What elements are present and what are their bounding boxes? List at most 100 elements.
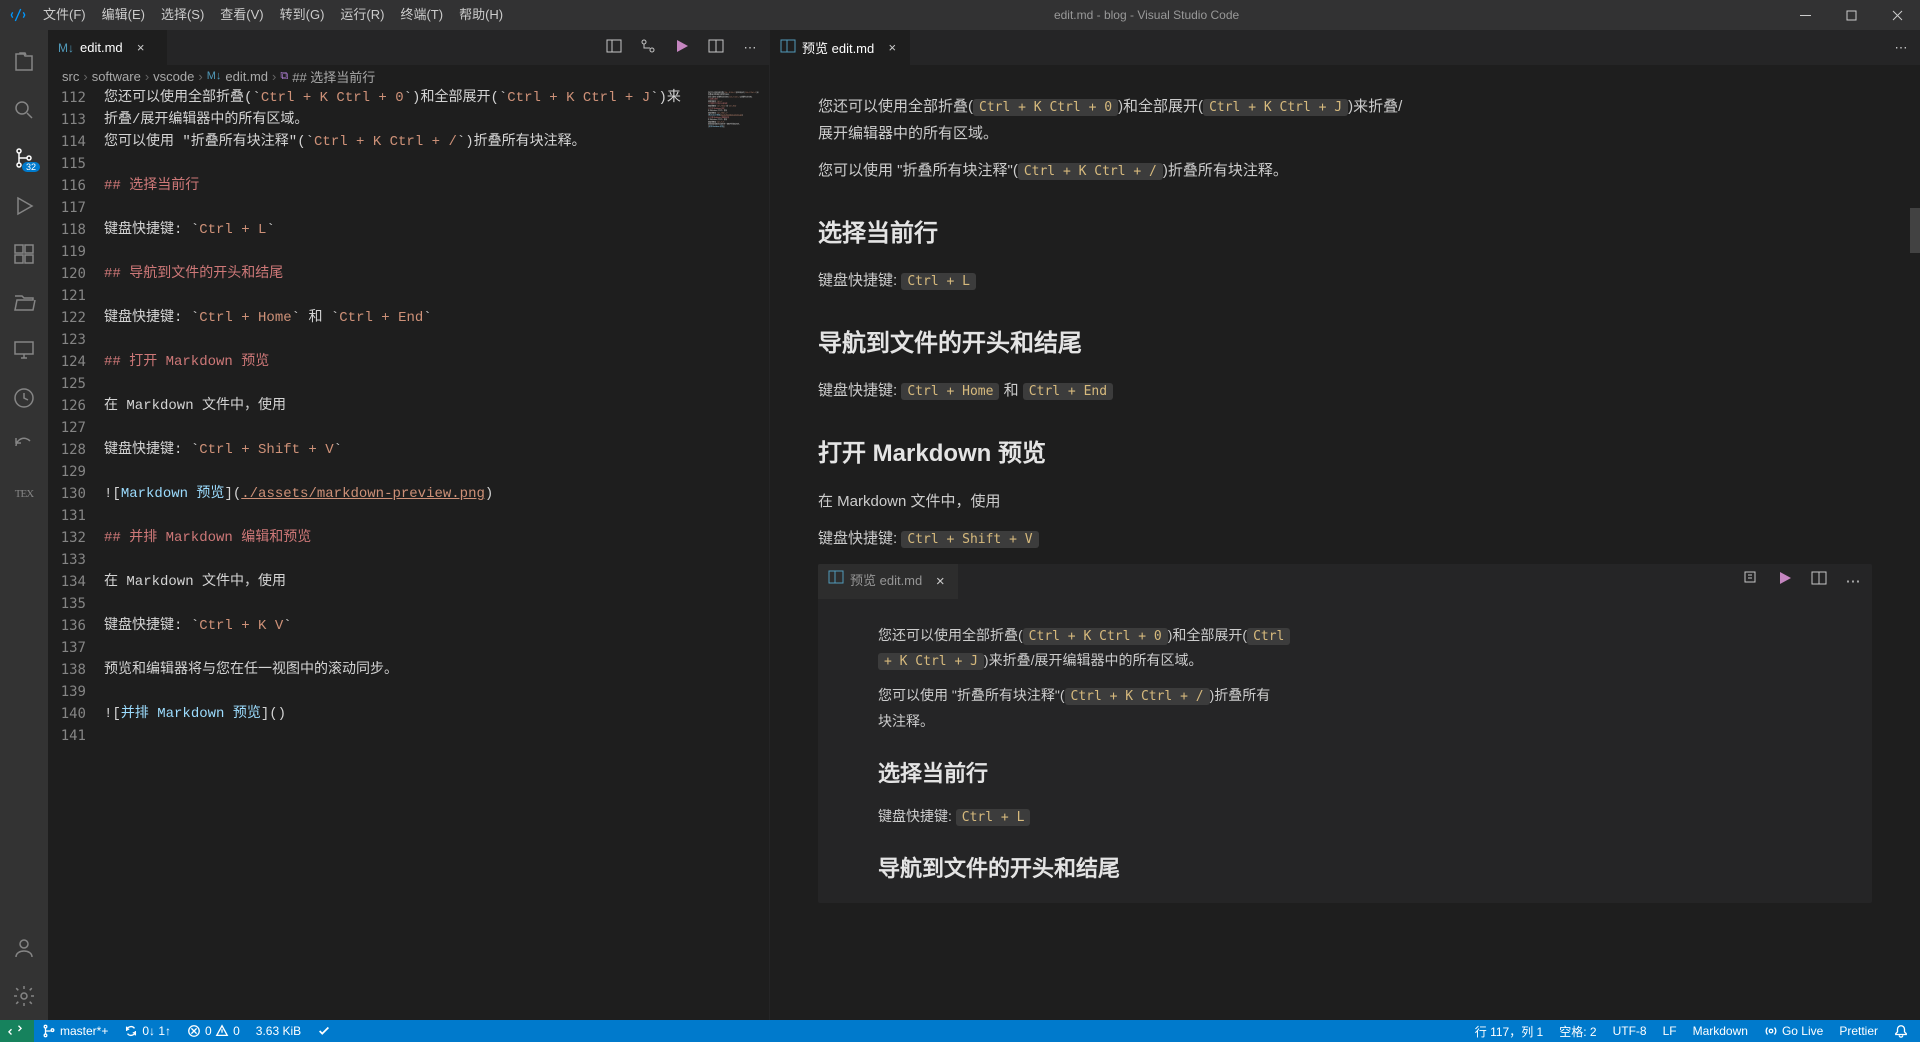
code-line[interactable]: 键盘快捷键: `Ctrl + K V`: [104, 615, 704, 637]
code-line[interactable]: ## 选择当前行: [104, 175, 704, 197]
split-editor-icon[interactable]: [705, 38, 727, 57]
code-line[interactable]: [104, 461, 704, 483]
menu-item[interactable]: 查看(V): [212, 0, 271, 30]
code-line[interactable]: [104, 285, 704, 307]
code-line[interactable]: [104, 197, 704, 219]
code-line[interactable]: [104, 725, 704, 747]
code-line[interactable]: 键盘快捷键: `Ctrl + Shift + V`: [104, 439, 704, 461]
encoding[interactable]: UTF-8: [1605, 1020, 1655, 1042]
git-sync[interactable]: 0↓ 1↑: [116, 1020, 179, 1042]
minimap[interactable]: 您还可以使用全部折叠(`Ctrl + K Ctrl + 0`)和全部展开(`Ct…: [704, 87, 769, 1020]
tab-label: edit.md: [80, 40, 123, 55]
menu-item[interactable]: 运行(R): [332, 0, 392, 30]
eol[interactable]: LF: [1655, 1020, 1685, 1042]
code-line[interactable]: [104, 417, 704, 439]
close-icon[interactable]: ×: [133, 40, 149, 55]
code-line[interactable]: [104, 505, 704, 527]
code-inline: Ctrl + K Ctrl + J: [1203, 99, 1348, 116]
code-line[interactable]: ## 导航到文件的开头和结尾: [104, 263, 704, 285]
code-line[interactable]: 键盘快捷键: `Ctrl + L`: [104, 219, 704, 241]
code-line[interactable]: ## 并排 Markdown 编辑和预览: [104, 527, 704, 549]
markdown-icon: M↓: [207, 70, 222, 82]
minimize-button[interactable]: [1782, 0, 1828, 30]
breadcrumbs[interactable]: src›software›vscode›M↓edit.md›⧉## 选择当前行: [48, 65, 769, 87]
breadcrumb-item[interactable]: edit.md: [225, 69, 268, 84]
code-line[interactable]: 预览和编辑器将与您在任一视图中的滚动同步。: [104, 659, 704, 681]
code-line[interactable]: 您还可以使用全部折叠(`Ctrl + K Ctrl + 0`)和全部展开(`Ct…: [104, 87, 704, 109]
more-icon[interactable]: ⋯: [1890, 40, 1912, 56]
open-file-icon: [1740, 568, 1762, 595]
code-inline: Ctrl + K Ctrl + 0: [973, 99, 1118, 116]
code-line[interactable]: 折叠/展开编辑器中的所有区域。: [104, 109, 704, 131]
code-line[interactable]: [104, 329, 704, 351]
source-control-icon[interactable]: 32: [0, 134, 48, 182]
search-icon[interactable]: [0, 86, 48, 134]
breadcrumb-item[interactable]: src: [62, 69, 79, 84]
run-icon[interactable]: [671, 38, 693, 57]
more-icon[interactable]: ⋯: [739, 40, 761, 56]
run-debug-icon[interactable]: [0, 182, 48, 230]
preview-paragraph: 您可以使用 "折叠所有块注释"(Ctrl + K Ctrl + /)折叠所有块注…: [818, 157, 1872, 184]
accounts-icon[interactable]: [0, 924, 48, 972]
cursor-position[interactable]: 行 117，列 1: [1467, 1020, 1551, 1042]
scrollbar[interactable]: [1910, 208, 1920, 253]
status-bar: master*+ 0↓ 1↑ 0 0 3.63 KiB 行 117，列 1 空格…: [0, 1020, 1920, 1042]
code-line[interactable]: ![Markdown 预览](./assets/markdown-preview…: [104, 483, 704, 505]
preview-icon: [828, 569, 844, 593]
close-icon: ×: [932, 568, 948, 595]
menu-item[interactable]: 选择(S): [153, 0, 212, 30]
settings-icon[interactable]: [0, 972, 48, 1020]
code-line[interactable]: [104, 549, 704, 571]
maximize-button[interactable]: [1828, 0, 1874, 30]
go-live[interactable]: Go Live: [1756, 1020, 1831, 1042]
menu-item[interactable]: 终端(T): [392, 0, 451, 30]
remote-explorer-icon[interactable]: [0, 326, 48, 374]
problems[interactable]: 0 0: [179, 1020, 248, 1042]
code-editor[interactable]: 您还可以使用全部折叠(`Ctrl + K Ctrl + 0`)和全部展开(`Ct…: [104, 87, 704, 1020]
code-line[interactable]: [104, 373, 704, 395]
extensions-icon[interactable]: [0, 230, 48, 278]
explorer-icon[interactable]: [0, 38, 48, 86]
markdown-preview[interactable]: 您还可以使用全部折叠(Ctrl + K Ctrl + 0)和全部展开(Ctrl …: [770, 65, 1920, 1020]
language-mode[interactable]: Markdown: [1685, 1020, 1756, 1042]
tab-preview[interactable]: 预览 edit.md ×: [770, 30, 911, 65]
code-line[interactable]: ![并排 Markdown 预览](): [708, 125, 768, 127]
git-branch[interactable]: master*+: [34, 1020, 116, 1042]
close-icon[interactable]: ×: [884, 40, 900, 55]
breadcrumb-item[interactable]: ## 选择当前行: [292, 67, 375, 86]
breadcrumb-item[interactable]: software: [92, 69, 141, 84]
indentation[interactable]: 空格: 2: [1551, 1020, 1604, 1042]
chevron-right-icon: ›: [79, 69, 91, 84]
open-preview-side-icon[interactable]: [603, 38, 625, 57]
code-line[interactable]: 在 Markdown 文件中，使用: [104, 395, 704, 417]
close-button[interactable]: [1874, 0, 1920, 30]
code-line[interactable]: [104, 241, 704, 263]
prettier[interactable]: Prettier: [1831, 1020, 1886, 1042]
remote-indicator[interactable]: [0, 1020, 34, 1042]
code-line[interactable]: 您可以使用 "折叠所有块注释"(`Ctrl + K Ctrl + /`)折叠所有…: [104, 131, 704, 153]
code-line[interactable]: [104, 681, 704, 703]
breadcrumb-item[interactable]: vscode: [153, 69, 194, 84]
code-line[interactable]: ![并排 Markdown 预览](): [104, 703, 704, 725]
latex-icon[interactable]: TEX: [0, 470, 48, 518]
menu-item[interactable]: 编辑(E): [94, 0, 153, 30]
code-line[interactable]: ## 打开 Markdown 预览: [104, 351, 704, 373]
menu-item[interactable]: 文件(F): [35, 0, 94, 30]
menu-item[interactable]: 帮助(H): [451, 0, 511, 30]
code-inline: Ctrl + K Ctrl + /: [1018, 163, 1163, 180]
menu-item[interactable]: 转到(G): [272, 0, 333, 30]
sync-back-icon[interactable]: [0, 422, 48, 470]
file-size[interactable]: 3.63 KiB: [248, 1020, 309, 1042]
tab-edit-md[interactable]: M↓ edit.md ×: [48, 30, 168, 65]
prettier-check-icon[interactable]: [309, 1020, 343, 1042]
code-line[interactable]: 键盘快捷键: `Ctrl + Home` 和 `Ctrl + End`: [104, 307, 704, 329]
code-line[interactable]: [104, 153, 704, 175]
code-line[interactable]: [104, 637, 704, 659]
diff-icon[interactable]: [637, 38, 659, 57]
code-line[interactable]: 在 Markdown 文件中，使用: [104, 571, 704, 593]
timeline-icon[interactable]: [0, 374, 48, 422]
folder-open-icon[interactable]: [0, 278, 48, 326]
code-line[interactable]: [104, 593, 704, 615]
notifications-icon[interactable]: [1886, 1020, 1920, 1042]
preview-paragraph: 键盘快捷键: Ctrl + Shift + V: [818, 525, 1872, 552]
